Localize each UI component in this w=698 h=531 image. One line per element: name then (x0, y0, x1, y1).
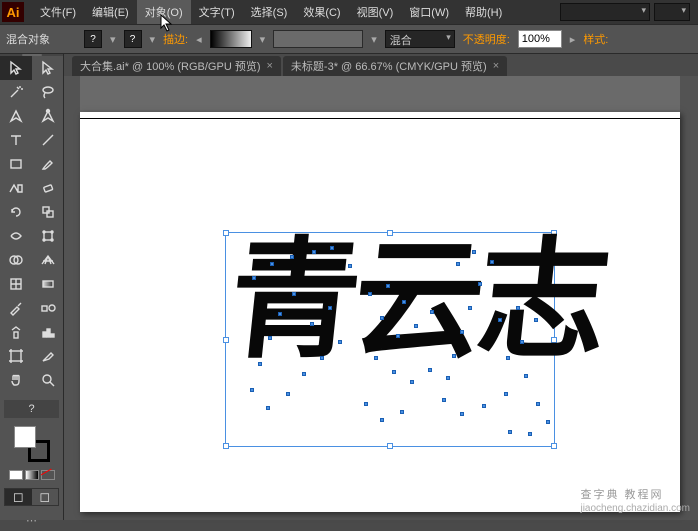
more-tools-icon[interactable]: ⋯ (4, 510, 59, 527)
type-tool[interactable] (0, 128, 32, 152)
fill-stroke-control[interactable] (14, 426, 50, 462)
screen-mode[interactable]: ◻ ◻ (4, 488, 59, 506)
menu-object[interactable]: 对象(O) (137, 0, 191, 24)
symbol-sprayer-tool[interactable] (0, 320, 32, 344)
question-icon: ? (90, 34, 96, 45)
none-mode[interactable] (41, 470, 55, 480)
menu-view[interactable]: 视图(V) (349, 0, 402, 24)
pen-tool[interactable] (0, 104, 32, 128)
menu-bar: Ai 文件(F) 编辑(E) 对象(O) 文字(T) 选择(S) 效果(C) 视… (0, 0, 698, 24)
style-label[interactable]: 样式: (583, 31, 608, 47)
document-tabs: 大合集.ai* @ 100% (RGB/GPU 预览) × 未标题-3* @ 66… (0, 54, 698, 76)
gradient-mode[interactable] (25, 470, 39, 480)
close-icon[interactable]: × (493, 60, 499, 72)
tab-label: 未标题-3* @ 66.67% (CMYK/GPU 预览) (291, 58, 487, 74)
stroke-label[interactable]: 描边: (163, 31, 188, 47)
color-mode[interactable] (9, 470, 23, 480)
slice-tool[interactable] (32, 344, 64, 368)
menu-file[interactable]: 文件(F) (32, 0, 84, 24)
menu-window[interactable]: 窗口(W) (401, 0, 457, 24)
canvas-area: 青云志 (64, 76, 698, 520)
resize-handle-sw[interactable] (223, 443, 229, 449)
shaper-tool[interactable] (0, 176, 32, 200)
rectangle-tool[interactable] (0, 152, 32, 176)
calligraphy-art[interactable]: 青云志 (223, 237, 609, 367)
doc-tab-1[interactable]: 大合集.ai* @ 100% (RGB/GPU 预览) × (72, 56, 281, 76)
stroke-swatch-box[interactable]: ? (124, 30, 142, 48)
menu-select[interactable]: 选择(S) (243, 0, 296, 24)
search-dropdown[interactable] (654, 3, 690, 21)
direct-selection-tool[interactable] (32, 56, 64, 80)
fill-swatch[interactable]: ? (84, 30, 102, 48)
perspective-grid-tool[interactable] (32, 248, 64, 272)
brush-def[interactable] (273, 30, 363, 48)
tab-label: 大合集.ai* @ 100% (RGB/GPU 预览) (80, 58, 260, 74)
resize-handle-s[interactable] (387, 443, 393, 449)
watermark: 查字典 教程网 jiaocheng.chazidian.com (580, 485, 690, 514)
width-tool[interactable] (0, 224, 32, 248)
menu-edit[interactable]: 编辑(E) (84, 0, 137, 24)
doc-tab-2[interactable]: 未标题-3* @ 66.67% (CMYK/GPU 预览) × (283, 56, 507, 76)
mesh-tool[interactable] (0, 272, 32, 296)
question-icon: ? (28, 403, 34, 415)
blend-tool[interactable] (32, 296, 64, 320)
curvature-tool[interactable] (32, 104, 64, 128)
zoom-tool[interactable] (32, 368, 64, 392)
watermark-url: jiaocheng.chazidian.com (580, 503, 690, 514)
toolbox: ? ◻ ◻ ⋯ (0, 54, 64, 520)
full-screen[interactable]: ◻ (32, 489, 59, 505)
hand-tool[interactable] (0, 368, 32, 392)
pasteboard (80, 76, 680, 112)
column-graph-tool[interactable] (32, 320, 64, 344)
help-button[interactable]: ? (4, 400, 59, 418)
resize-handle-nw[interactable] (223, 230, 229, 236)
lasso-tool[interactable] (32, 80, 64, 104)
menu-effect[interactable]: 效果(C) (295, 0, 348, 24)
menu-help[interactable]: 帮助(H) (457, 0, 510, 24)
artboard[interactable]: 青云志 (80, 112, 680, 512)
scale-tool[interactable] (32, 200, 64, 224)
question-icon: ? (130, 34, 136, 45)
workspace-dropdown[interactable] (560, 3, 650, 21)
normal-screen[interactable]: ◻ (5, 489, 32, 505)
selection-tool[interactable] (0, 56, 32, 80)
blend-mode-dropdown[interactable]: 混合 (385, 30, 455, 48)
fill-swatch[interactable] (14, 426, 36, 448)
options-bar: 混合对象 ? ▾ ? ▾ 描边: ◂ ▾ ▾ 混合 不透明度: ▸ 样式: (0, 24, 698, 54)
eyedropper-tool[interactable] (0, 296, 32, 320)
watermark-text: 查字典 教程网 (580, 489, 663, 501)
app-logo: Ai (2, 2, 24, 22)
artboard-tool[interactable] (0, 344, 32, 368)
menu-type[interactable]: 文字(T) (191, 0, 243, 24)
stroke-weight[interactable] (210, 30, 252, 48)
opacity-label[interactable]: 不透明度: (463, 31, 510, 47)
opacity-input[interactable] (518, 30, 562, 48)
resize-handle-se[interactable] (551, 443, 557, 449)
shape-builder-tool[interactable] (0, 248, 32, 272)
rotate-tool[interactable] (0, 200, 32, 224)
line-tool[interactable] (32, 128, 64, 152)
eraser-tool[interactable] (32, 176, 64, 200)
close-icon[interactable]: × (266, 60, 272, 72)
gradient-tool[interactable] (32, 272, 64, 296)
magic-wand-tool[interactable] (0, 80, 32, 104)
free-transform-tool[interactable] (32, 224, 64, 248)
paintbrush-tool[interactable] (32, 152, 64, 176)
blend-object-label: 混合对象 (6, 31, 50, 47)
